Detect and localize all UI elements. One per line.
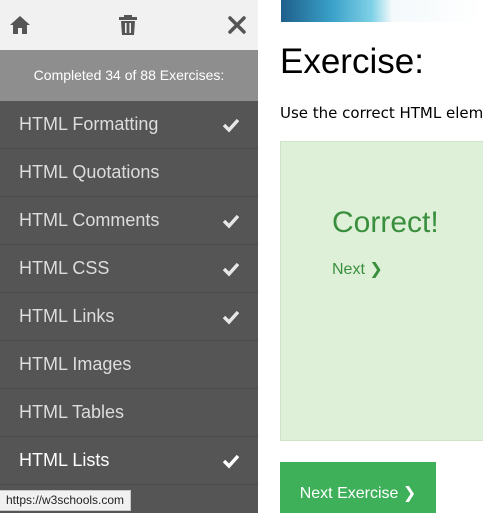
sidebar-item-label: HTML Lists bbox=[19, 450, 110, 470]
sidebar-item-css[interactable]: HTML CSS bbox=[0, 245, 258, 293]
sidebar-item-label: HTML Links bbox=[19, 306, 115, 326]
next-exercise-button[interactable]: Next Exercise ❯ bbox=[280, 462, 436, 513]
sidebar-item-label: HTML Formatting bbox=[19, 114, 159, 134]
ad-banner[interactable] bbox=[281, 0, 483, 22]
check-icon bbox=[222, 214, 240, 229]
home-icon[interactable] bbox=[8, 13, 32, 37]
sidebar-item-formatting[interactable]: HTML Formatting bbox=[0, 101, 258, 149]
check-icon bbox=[222, 310, 240, 325]
exercise-sidebar: Completed 34 of 88 Exercises: HTML Forma… bbox=[0, 0, 258, 513]
sidebar-item-label: HTML CSS bbox=[19, 258, 110, 278]
sidebar-item-quotations[interactable]: HTML Quotations bbox=[0, 149, 258, 197]
sidebar-item-label: HTML Tables bbox=[19, 402, 125, 422]
sidebar-item-label: HTML Comments bbox=[19, 210, 160, 230]
status-bar-url: https://w3schools.com bbox=[0, 490, 132, 511]
exercise-description: Use the correct HTML elem bbox=[280, 104, 483, 122]
sidebar-item-images[interactable]: HTML Images bbox=[0, 341, 258, 389]
next-link[interactable]: Next ❯ bbox=[332, 259, 383, 279]
sidebar-item-tables[interactable]: HTML Tables bbox=[0, 389, 258, 437]
check-icon bbox=[222, 118, 240, 133]
correct-message: Correct! bbox=[332, 206, 439, 239]
sidebar-item-label: HTML Images bbox=[19, 354, 132, 374]
sidebar-item-links[interactable]: HTML Links bbox=[0, 293, 258, 341]
check-icon bbox=[222, 454, 240, 469]
sidebar-toolbar bbox=[0, 0, 258, 50]
main-content: Exercise: Use the correct HTML elem Corr… bbox=[258, 0, 483, 513]
progress-text: Completed 34 of 88 Exercises: bbox=[0, 50, 258, 101]
sidebar-item-comments[interactable]: HTML Comments bbox=[0, 197, 258, 245]
trash-icon[interactable] bbox=[116, 13, 140, 37]
page-title: Exercise: bbox=[280, 42, 424, 81]
sidebar-item-lists[interactable]: HTML Lists bbox=[0, 437, 258, 485]
close-icon[interactable] bbox=[225, 13, 249, 37]
result-panel: Correct! Next ❯ bbox=[280, 141, 483, 441]
sidebar-item-label: HTML Quotations bbox=[19, 162, 160, 182]
check-icon bbox=[222, 262, 240, 277]
